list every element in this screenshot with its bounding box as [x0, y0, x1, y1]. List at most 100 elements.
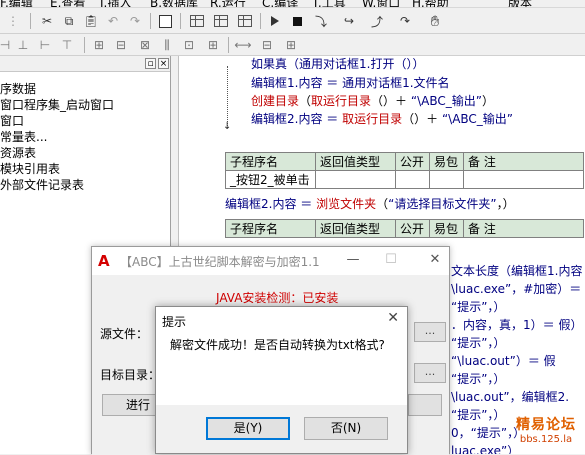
- center-v-icon[interactable]: ⊟: [258, 36, 276, 54]
- align-right-icon[interactable]: ⊢: [36, 36, 54, 54]
- no-button[interactable]: 否(N): [304, 417, 388, 440]
- tree-item[interactable]: 序数据: [0, 81, 114, 97]
- same-height-icon[interactable]: ⫼: [158, 36, 176, 54]
- subroutine-table: 子程序名 返回值类型 公开 易包 备 注: [225, 219, 584, 238]
- stop-icon[interactable]: [288, 12, 306, 30]
- tree-item[interactable]: 窗口程序集_启动窗口: [0, 97, 114, 113]
- toolbar-separator: [30, 13, 31, 29]
- code-line: “提示”，）: [451, 300, 506, 314]
- code-token: （）＋: [371, 94, 411, 108]
- code-token: ）: [481, 94, 494, 108]
- toolbar-separator: [228, 37, 229, 53]
- tree-item[interactable]: 窗口: [0, 113, 114, 129]
- layout-3-icon[interactable]: [236, 12, 254, 30]
- table-cell[interactable]: [395, 170, 430, 189]
- menu-insert[interactable]: I.插入: [100, 0, 131, 7]
- maximize-icon[interactable]: ☐: [380, 251, 402, 269]
- code-line: \luac.exe”，#加密）＝: [451, 282, 582, 296]
- browse-target-button[interactable]: ...: [414, 363, 446, 383]
- close-icon[interactable]: ✕: [424, 251, 446, 269]
- menu-compile[interactable]: C.编译: [262, 0, 298, 7]
- code-line: 编辑框1.内容 ＝ 通用对话框1.文件名: [251, 76, 450, 90]
- code-line: “提示”，）: [451, 372, 506, 386]
- table-header: 公开: [395, 152, 430, 171]
- menu-help[interactable]: H.帮助: [412, 0, 449, 7]
- project-tree: 序数据 窗口程序集_启动窗口 窗口 常量表... 资源表 模块引用表 外部文件记…: [0, 81, 114, 193]
- paste-icon[interactable]: 📋︎: [82, 12, 100, 30]
- tree-item[interactable]: 常量表...: [0, 129, 114, 145]
- menu-tools[interactable]: T.工具: [312, 0, 346, 7]
- secondary-button[interactable]: [408, 394, 442, 416]
- step-icon[interactable]: ↷: [396, 12, 414, 30]
- minimize-icon[interactable]: —: [342, 251, 364, 269]
- step-over-icon[interactable]: ↪: [340, 12, 358, 30]
- code-line: 编辑框2.内容 ＝ 浏览文件夹（“请选择目标文件夹”，）: [225, 197, 515, 211]
- code-line: 如果真（通用对话框1.打开（））: [251, 57, 425, 71]
- panel-close-icon[interactable]: ×: [158, 58, 169, 69]
- close-icon[interactable]: ✕: [387, 310, 399, 326]
- toolbar-separator: [150, 13, 151, 29]
- grid-icon[interactable]: ⊞: [282, 36, 300, 54]
- same-width-icon[interactable]: ⊠: [136, 36, 154, 54]
- table-cell[interactable]: [463, 170, 584, 189]
- cut-icon[interactable]: ✂: [38, 12, 56, 30]
- panel-restore-icon[interactable]: ▫: [145, 58, 156, 69]
- step-into-icon[interactable]: ⤵: [312, 12, 330, 30]
- menu-version[interactable]: 版本: [508, 0, 532, 7]
- panel-titlebar: ▫ ×: [0, 56, 170, 72]
- yes-button[interactable]: 是(Y): [206, 417, 290, 440]
- center-h-icon[interactable]: ⟷: [234, 36, 252, 54]
- table-cell[interactable]: [315, 170, 396, 189]
- code-token: （）＋: [402, 112, 442, 126]
- hand-icon[interactable]: ✋︎: [426, 12, 444, 30]
- menu-view[interactable]: E.查看: [50, 0, 85, 7]
- table-cell[interactable]: _按钮2_被单击: [225, 170, 316, 189]
- menu-database[interactable]: B.数据库: [150, 0, 198, 7]
- code-line: 编辑框2.内容 ＝ 取运行目录（）＋ “\ABC_输出”: [251, 112, 513, 126]
- run-icon[interactable]: [266, 12, 284, 30]
- window-title: 【ABC】上古世纪脚本解密与加密1.1: [120, 255, 320, 269]
- window-titlebar[interactable]: A 【ABC】上古世纪脚本解密与加密1.1 — ☐ ✕: [92, 247, 449, 275]
- copy-icon[interactable]: ⧉: [60, 12, 78, 30]
- message-titlebar[interactable]: 提示 ✕: [156, 307, 407, 333]
- table-header: 易包: [429, 152, 464, 171]
- find-icon[interactable]: [156, 12, 174, 30]
- undo-icon[interactable]: ↶: [104, 12, 122, 30]
- align-toolbar: ⊣ ⊥ ⊢ ⊤ ⊞ ⊟ ⊠ ⫼ ⊡ ⊞ ⟷ ⊟ ⊞: [0, 34, 585, 56]
- align-left-icon[interactable]: ⊣: [0, 36, 14, 54]
- code-token: 打开: [370, 57, 395, 71]
- tree-item[interactable]: 外部文件记录表: [0, 177, 114, 193]
- tree-item[interactable]: 模块引用表: [0, 161, 114, 177]
- code-line: luac.exe”）: [451, 444, 520, 454]
- redo-icon[interactable]: ↷: [126, 12, 144, 30]
- toolbar-separator: [180, 13, 181, 29]
- code-token: （通用对话框1.: [287, 57, 371, 71]
- code-token: “请选择目标文件夹”: [388, 197, 497, 211]
- align-top-icon[interactable]: ⊤: [58, 36, 76, 54]
- align-center-v-icon[interactable]: ⊥: [14, 36, 32, 54]
- menu-run[interactable]: R.运行: [210, 0, 246, 7]
- align-center-h-icon[interactable]: ⊟: [112, 36, 130, 54]
- same-size-icon[interactable]: ⊡: [180, 36, 198, 54]
- step-out-icon[interactable]: ⤴: [368, 12, 386, 30]
- java-status: JAVA安装检测：已安装: [216, 291, 339, 305]
- message-box: 提示 ✕ 解密文件成功！是否自动转换为txt格式? 是(Y) 否(N): [155, 306, 408, 454]
- toolbar-grip-icon: ⋮: [7, 14, 19, 28]
- layout-2-icon[interactable]: [212, 12, 230, 30]
- menu-bar: F.编辑 E.查看 I.插入 B.数据库 R.运行 C.编译 T.工具 W.窗口…: [0, 0, 585, 8]
- h-space-icon[interactable]: ⊞: [204, 36, 222, 54]
- table-header: 返回值类型: [315, 219, 396, 238]
- table-cell[interactable]: [429, 170, 464, 189]
- layout-1-icon[interactable]: [188, 12, 206, 30]
- table-header: 易包: [429, 219, 464, 238]
- menu-window[interactable]: W.窗口: [362, 0, 400, 7]
- code-line: 文本长度（编辑框1.内容: [451, 264, 583, 278]
- code-token: 编辑框2.内容 ＝: [251, 112, 343, 126]
- menu-edit[interactable]: F.编辑: [0, 0, 33, 7]
- align-bottom-icon[interactable]: ⊞: [90, 36, 108, 54]
- table-header: 子程序名: [225, 152, 316, 171]
- browse-source-button[interactable]: ...: [414, 322, 446, 342]
- code-line: “提示”，）: [451, 336, 506, 350]
- code-token: 创建目录: [251, 94, 300, 108]
- tree-item[interactable]: 资源表: [0, 145, 114, 161]
